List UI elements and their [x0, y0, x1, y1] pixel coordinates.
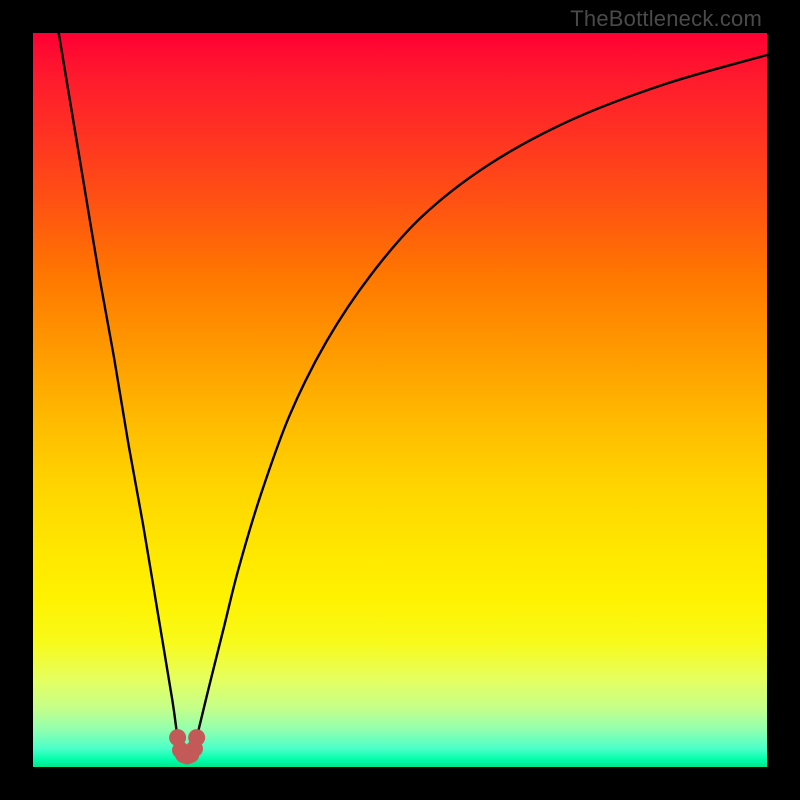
plot-area [33, 33, 767, 767]
chart-frame: TheBottleneck.com [0, 0, 800, 800]
curve-layer [33, 33, 767, 767]
optimal-marker [169, 729, 205, 764]
bottleneck-curve [59, 33, 767, 756]
watermark-text: TheBottleneck.com [570, 6, 762, 32]
optimal-marker-dot [188, 729, 205, 746]
